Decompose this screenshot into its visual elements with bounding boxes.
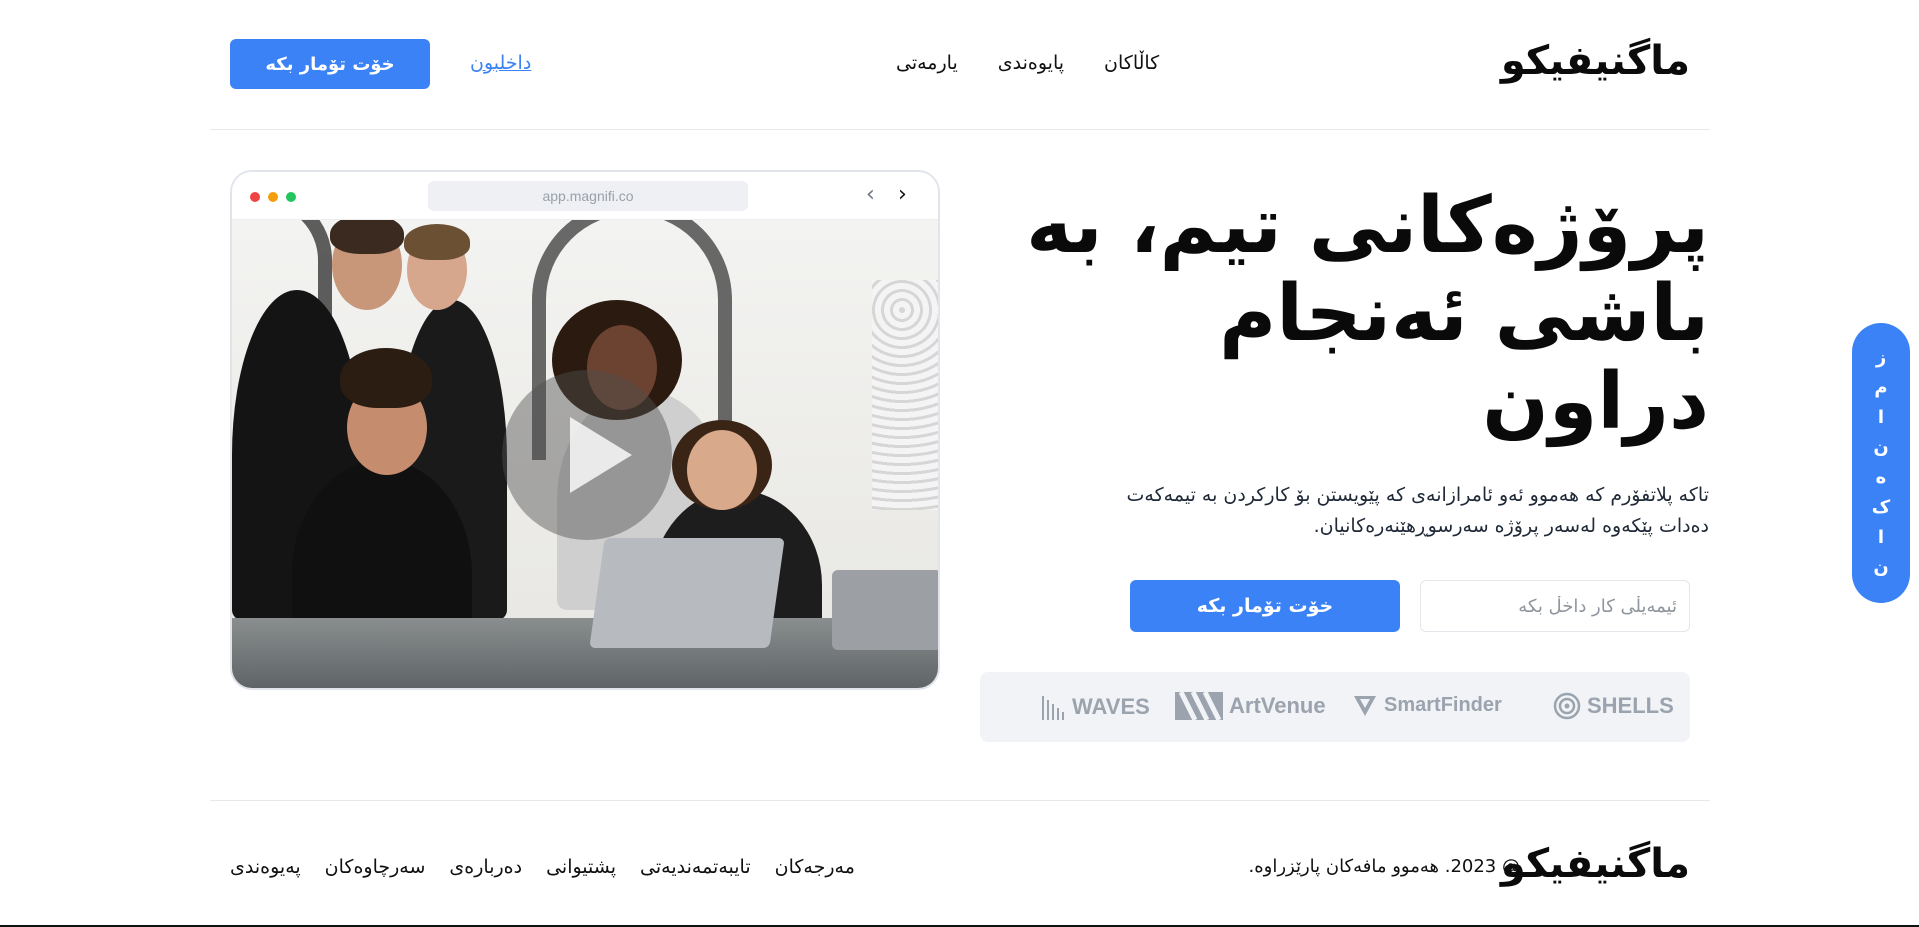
window-maximize-dot: [286, 192, 296, 202]
brand-waves: WAVES: [1040, 692, 1150, 722]
person-hair: [340, 348, 432, 408]
footer-link-about[interactable]: دەربارەی: [449, 856, 522, 878]
nav-item-help[interactable]: یارمەتی: [896, 52, 958, 74]
header-signup-button[interactable]: خۆت تۆمار بکە: [230, 39, 430, 89]
shells-logo-icon: [1553, 692, 1581, 720]
nav-item-products[interactable]: کاڵاکان: [1104, 52, 1159, 74]
waves-logo-icon: [1042, 696, 1064, 720]
footer-link-terms[interactable]: مەرجەکان: [775, 856, 855, 878]
brand-shells: SHELLS: [1553, 692, 1674, 720]
side-tab-letter: ن: [1873, 557, 1889, 578]
brand-name: WAVES: [1072, 694, 1150, 719]
site-footer: ماگنیفیکو @ 2023. هەموو مافەکان پارێزراو…: [210, 800, 1710, 927]
brand-logos: SHELLS SmartFinder ArtVenue WAVES: [980, 672, 1690, 742]
footer-link-privacy[interactable]: تایبەتمەندیەتی: [640, 856, 751, 878]
brand-name: SHELLS: [1587, 693, 1674, 718]
hero-subtitle: تاکە پلاتفۆرم کە هەموو ئەو ئامرازانەی کە…: [1126, 484, 1709, 537]
laptop: [589, 538, 785, 648]
main-nav: کاڵاکان پایوەندی یارمەتی: [896, 52, 1159, 74]
side-tab-letter: ک: [1871, 497, 1891, 518]
footer-nav: مەرجەکان تایبەتمەندیەتی پشتیوانی دەربارە…: [230, 856, 855, 878]
footer-link-support[interactable]: پشتیوانی: [546, 856, 616, 878]
person-hair: [330, 220, 404, 254]
chevron-left-icon: ‹: [866, 182, 875, 207]
window-close-dot: [250, 192, 260, 202]
wall-art: [872, 280, 938, 510]
side-tab-letter: ن: [1873, 437, 1889, 458]
side-tab-letter: ە: [1875, 467, 1887, 488]
person-hair: [404, 224, 470, 260]
brand-smartfinder: SmartFinder: [1352, 692, 1502, 718]
brand-name: SmartFinder: [1384, 693, 1502, 716]
email-input[interactable]: [1420, 580, 1690, 632]
laptop: [832, 570, 938, 650]
chevron-right-icon: ›: [898, 182, 907, 207]
window-minimize-dot: [268, 192, 278, 202]
browser-mockup: app.magnifi.co ‹ ›: [230, 170, 940, 690]
hero-signup-button[interactable]: خۆت تۆمار بکە: [1130, 580, 1400, 632]
hero-title: پرۆژەکانی تیم، بە باشی ئەنجام دراون: [1026, 181, 1709, 447]
browser-url-bar: app.magnifi.co: [428, 181, 748, 211]
person-head: [687, 430, 757, 510]
side-language-tab[interactable]: ز م ا ن ە ک ا ن: [1852, 323, 1910, 603]
login-link[interactable]: داخلبون: [470, 52, 531, 74]
footer-logo[interactable]: ماگنیفیکو: [1501, 841, 1690, 887]
site-logo[interactable]: ماگنیفیکو: [1501, 38, 1690, 84]
artvenue-logo-icon: [1175, 692, 1223, 720]
smartfinder-logo-icon: [1354, 696, 1376, 716]
footer-link-resources[interactable]: سەرچاوەکان: [325, 856, 426, 878]
play-icon: [570, 417, 632, 493]
side-tab-letter: ا: [1877, 407, 1885, 428]
nav-item-contact[interactable]: پایوەندی: [998, 52, 1064, 74]
brand-artvenue: ArtVenue: [1175, 692, 1326, 720]
side-tab-letter: ز: [1875, 347, 1887, 368]
brand-name: ArtVenue: [1229, 693, 1326, 718]
footer-link-contact[interactable]: پەیوەندی: [230, 856, 301, 878]
side-tab-letter: ا: [1877, 527, 1885, 548]
side-tab-letter: م: [1874, 377, 1888, 398]
copyright-text: @ 2023. هەموو مافەکان پارێزراوە.: [1248, 856, 1520, 877]
browser-toolbar: app.magnifi.co ‹ ›: [232, 172, 938, 220]
site-header: ماگنیفیکو کاڵاکان پایوەندی یارمەتی داخلب…: [210, 0, 1710, 130]
team-photo: [232, 220, 938, 688]
